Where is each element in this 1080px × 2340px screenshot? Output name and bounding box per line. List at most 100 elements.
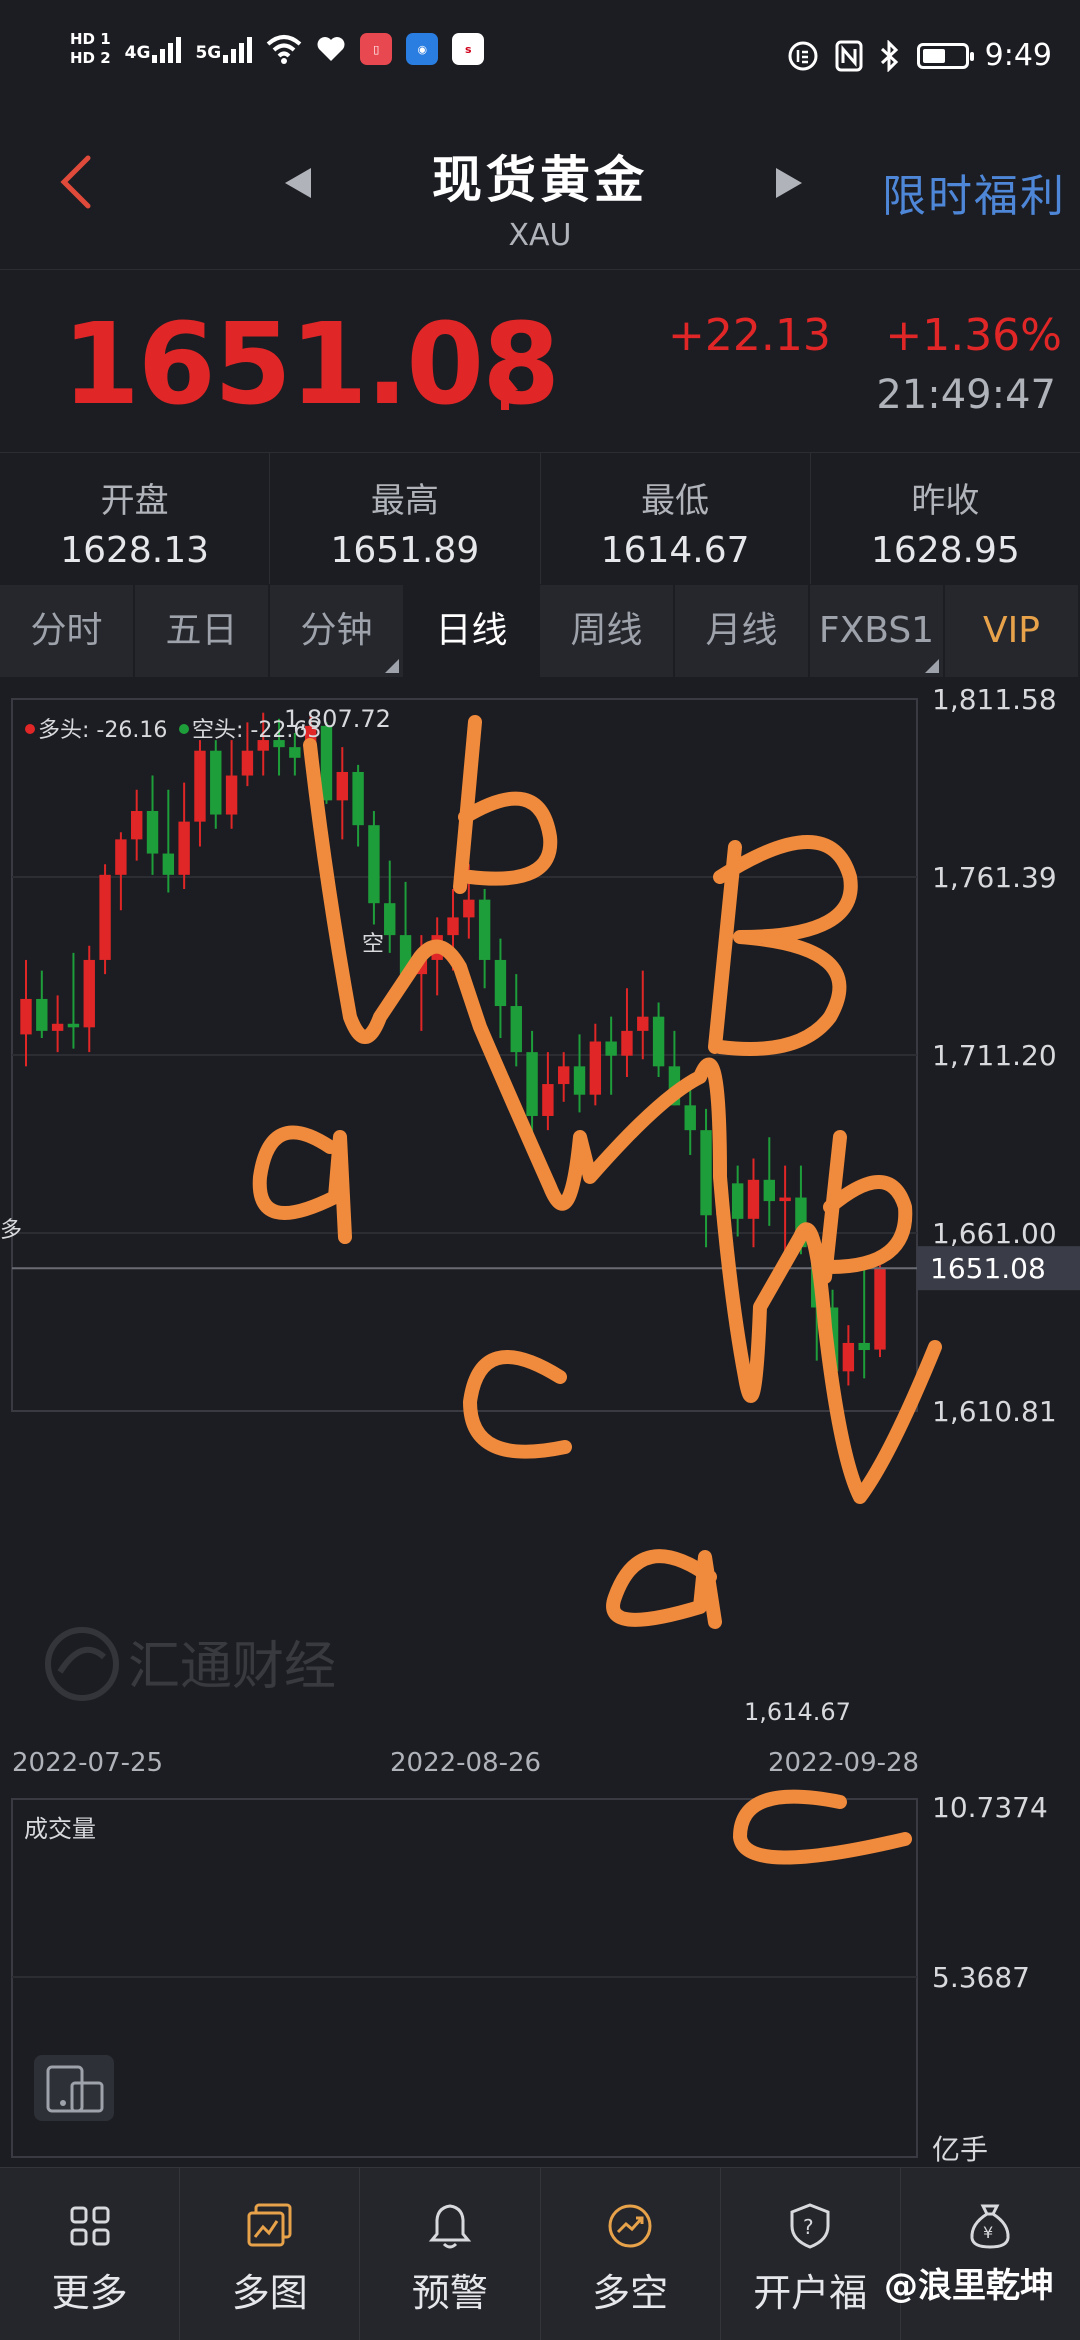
candle-body [779, 1197, 791, 1202]
long-signal-mark: 多 [0, 1218, 22, 1243]
candle-body [652, 1016, 665, 1067]
letter-b-right [818, 1130, 913, 1284]
candle-body [352, 771, 364, 826]
heart-icon [317, 37, 345, 61]
candle-body [99, 874, 111, 960]
candle-body [194, 750, 206, 822]
candle-body [874, 1268, 886, 1350]
nav-long-short[interactable]: 多空 [541, 2168, 721, 2340]
next-instrument-arrow-icon[interactable] [776, 168, 802, 198]
candle-body [463, 899, 475, 918]
nav-more[interactable]: 更多 [0, 2168, 181, 2340]
bluetooth-icon [880, 39, 898, 72]
letter-a-left [252, 1125, 352, 1244]
nav-multi-chart[interactable]: 多图 [180, 2168, 361, 2340]
book-app-icon: ▯ [360, 33, 393, 65]
rotate-screen-icon[interactable] [34, 2055, 114, 2121]
tab-minute[interactable]: 分钟 [270, 585, 405, 677]
candle-body [131, 810, 143, 840]
candle-body [368, 825, 380, 904]
candle-body [320, 725, 333, 801]
price-change-percent: +1.36% [885, 310, 1062, 361]
low-marker-label: 1,614.67 [744, 1698, 851, 1726]
watermark-text: 汇通财经 [128, 1637, 336, 1697]
current-price-tag-text: 1651.08 [930, 1252, 1046, 1285]
candle-body [510, 1006, 522, 1053]
hand-drawn-wave-annotations [252, 715, 942, 1865]
candle-body [289, 747, 301, 758]
bottom-nav: 更多 多图 预警 多空 ? 开户福 ¥ [0, 2167, 1080, 2340]
volume-tick-max: 10.7374 [932, 1791, 1048, 1824]
period-tabs: 分时 五日 分钟 日线 周线 月线 FXBS1 VIP [0, 585, 1080, 677]
high-marker-label: 1,807.72 [284, 705, 391, 733]
long-legend-dot [25, 724, 35, 734]
short-legend-dot [179, 724, 189, 734]
tab-weekly[interactable]: 周线 [540, 585, 675, 677]
candle-body [225, 775, 238, 815]
candle-body [842, 1342, 855, 1372]
svg-text:¥: ¥ [983, 2223, 993, 2242]
volume-title: 成交量 [24, 1815, 96, 1843]
candle-body [83, 959, 95, 1028]
candle-body [542, 1084, 554, 1116]
candle-body [336, 771, 348, 801]
status-left: HD 1 HD 2 4G 5G ▯ ◉ s [70, 30, 485, 68]
stats-row: 开盘 1628.13 最高 1651.89 最低 1614.67 昨收 1628… [0, 452, 1080, 584]
signal-5g-icon: 5G [195, 35, 253, 63]
letter-c-bottom [733, 1789, 912, 1865]
candle-body [526, 1052, 538, 1116]
long-legend: 多头: -26.16 [38, 718, 167, 743]
multi-chart-icon [247, 2203, 292, 2247]
tab-daily[interactable]: 日线 [405, 585, 540, 677]
candle-body [20, 998, 32, 1035]
clock: 9:49 [984, 38, 1052, 73]
candle-body [51, 1023, 64, 1031]
candle-body [494, 959, 507, 1007]
candlestick-chart[interactable]: 1,811.58 1,761.39 1,711.20 1,661.00 1,610.81… [0, 677, 1080, 2167]
candle-body [731, 1183, 744, 1219]
x-tick-1: 2022-07-25 [12, 1748, 163, 1778]
tab-monthly[interactable]: 月线 [675, 585, 810, 677]
x-tick-3: 2022-09-28 [768, 1748, 919, 1778]
y-tick-label: 1,711.20 [932, 1039, 1057, 1072]
signal-4g-icon: 4G [125, 35, 182, 63]
tab-intraday[interactable]: 分时 [0, 585, 135, 677]
candle-body [210, 750, 222, 815]
candle-body [684, 1105, 696, 1131]
grid-icon [70, 2206, 110, 2246]
car-app-icon: ◉ [406, 33, 439, 65]
letter-b-top [453, 715, 558, 894]
stat-low: 最低 1614.67 [541, 453, 811, 584]
nfc-icon [835, 40, 863, 71]
badge-icon: ? [790, 2203, 830, 2249]
chart-area[interactable]: 1,811.58 1,761.39 1,711.20 1,661.00 1,610.81… [0, 677, 1080, 2167]
candle-body [589, 1041, 602, 1095]
wifi-icon [266, 35, 302, 64]
candle-body [637, 1016, 649, 1031]
nav-alert[interactable]: 预警 [360, 2168, 541, 2340]
app-header: 现货黄金 XAU 限时福利 [0, 102, 1080, 270]
status-bar: HD 1 HD 2 4G 5G ▯ ◉ s 9:49 [0, 0, 1080, 102]
tab-five-day[interactable]: 五日 [135, 585, 270, 677]
sina-app-icon: s [452, 33, 485, 65]
candle-body [241, 750, 254, 776]
candle-body [146, 810, 159, 854]
short-signal-mark: 空 [362, 932, 384, 957]
letter-c-middle [463, 1350, 572, 1459]
x-tick-2: 2022-08-26 [390, 1748, 541, 1778]
candle-body [858, 1342, 870, 1351]
price-change: +22.13 [668, 310, 831, 361]
candle-body [67, 1023, 80, 1028]
promo-link[interactable]: 限时福利 [882, 160, 1066, 224]
author-watermark: @浪里乾坤 [884, 2266, 1054, 2306]
candle-body [178, 821, 190, 875]
tab-vip[interactable]: VIP [945, 585, 1080, 677]
stat-open: 开盘 1628.13 [0, 453, 271, 584]
candle-body [747, 1179, 760, 1219]
stat-prev-close: 昨收 1628.95 [870, 481, 1020, 571]
candle-body [700, 1130, 712, 1216]
nav-open-account[interactable]: ? 开户福 [721, 2168, 901, 2340]
nav-money-bag[interactable]: ¥ [901, 2168, 1080, 2340]
svg-text:?: ? [803, 2215, 814, 2239]
tab-fxbs1[interactable]: FXBS1 [810, 585, 945, 677]
